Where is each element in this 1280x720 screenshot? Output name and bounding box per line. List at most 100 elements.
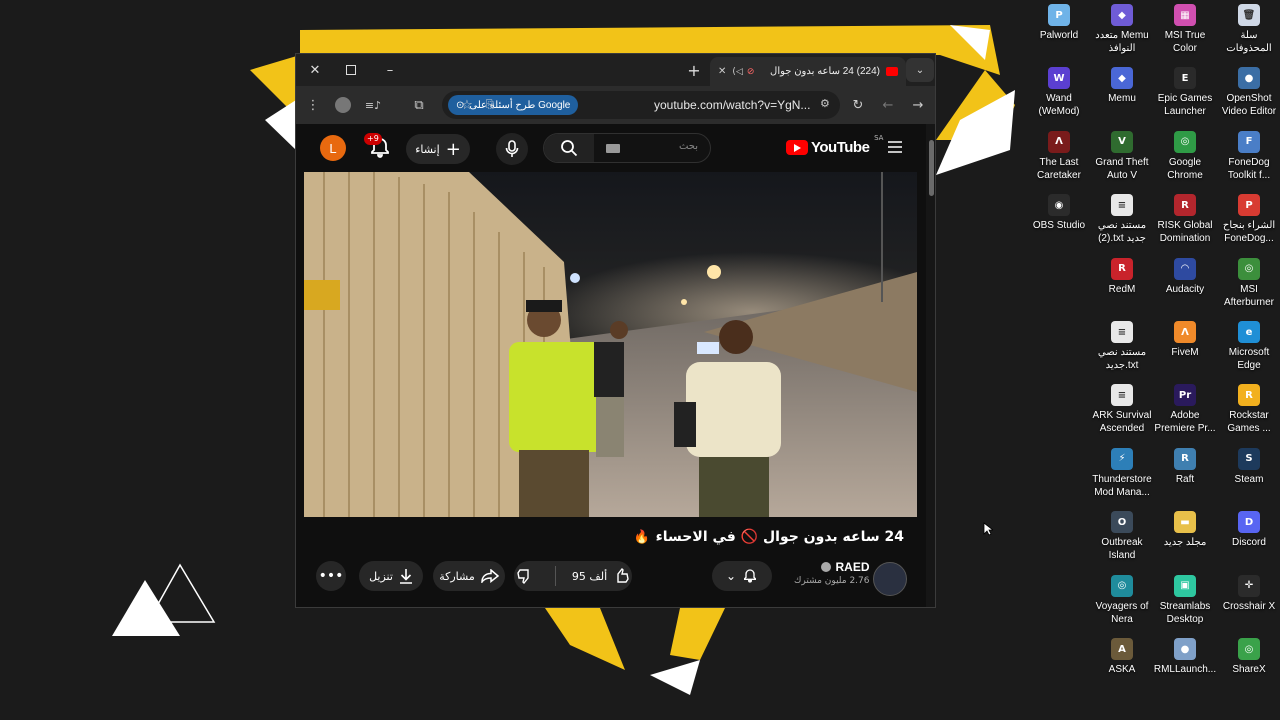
puzzle-icon: ⧉ bbox=[414, 97, 424, 113]
desktop-icon[interactable]: ◎ Google Chrome bbox=[1153, 130, 1217, 182]
fire-icon: 🔥 bbox=[633, 529, 650, 545]
desktop-icon[interactable]: ● OpenShot Video Editor bbox=[1217, 67, 1280, 118]
desktop-icon[interactable]: ≡ ARK Survival Ascended bbox=[1090, 384, 1154, 435]
region-code: SA bbox=[874, 134, 884, 142]
back-button[interactable]: → bbox=[907, 94, 929, 116]
desktop-icon-label: Raft bbox=[1175, 473, 1195, 485]
desktop-icon[interactable]: E Epic Games Launcher bbox=[1153, 67, 1217, 118]
dislike-icon[interactable] bbox=[517, 568, 533, 584]
desktop-icon[interactable]: ◠ Audacity bbox=[1153, 257, 1217, 296]
desktop-icon[interactable]: ◎ ShareX bbox=[1217, 638, 1280, 676]
desktop-icon[interactable]: R RISK Global Domination bbox=[1153, 194, 1217, 245]
video-player[interactable] bbox=[304, 172, 917, 517]
create-button[interactable]: إنشاء + bbox=[406, 134, 470, 164]
maximize-icon bbox=[346, 65, 356, 75]
media-control-button[interactable]: ≡♪ bbox=[362, 94, 384, 116]
channel-avatar[interactable] bbox=[873, 562, 907, 596]
address-bar[interactable]: youtube.com/watch?v=YgN... ⚙ ⊙ طرح أسئلة… bbox=[442, 91, 840, 119]
microphone-icon bbox=[505, 140, 519, 157]
share-button[interactable]: مشاركة bbox=[433, 561, 505, 591]
desktop-icon[interactable]: ⚡ Thunderstore Mod Mana... bbox=[1090, 447, 1154, 499]
profile-button[interactable] bbox=[332, 94, 354, 116]
desktop-icon[interactable]: ▬ مجلد جديد bbox=[1153, 511, 1217, 549]
bookmark-button[interactable]: ☆ bbox=[456, 94, 478, 116]
extensions-button[interactable]: ⧉ bbox=[408, 94, 430, 116]
search-box[interactable]: بحث bbox=[543, 133, 711, 163]
app-icon: ◉ bbox=[1048, 194, 1070, 217]
desktop-icon[interactable]: V Grand Theft Auto V bbox=[1090, 130, 1154, 182]
desktop-icon[interactable]: ◆ Memu bbox=[1090, 67, 1154, 105]
account-avatar[interactable]: L bbox=[320, 135, 346, 161]
desktop-icon[interactable]: R Rockstar Games ... bbox=[1217, 384, 1280, 435]
site-info-icon[interactable]: ⚙ bbox=[820, 97, 830, 110]
desktop-icon[interactable]: 🗑 سلة المحذوفات bbox=[1217, 4, 1280, 55]
desktop-icon[interactable]: F FoneDog Toolkit f... bbox=[1217, 130, 1280, 182]
app-icon: ✛ bbox=[1238, 574, 1260, 597]
desktop-icon-label: MSI Afterburner bbox=[1223, 283, 1275, 308]
voice-search-button[interactable] bbox=[496, 133, 528, 165]
desktop-icon-label: Outbreak Island bbox=[1101, 537, 1143, 562]
desktop-icon[interactable]: P الشراء بنجاح FoneDog... bbox=[1217, 194, 1280, 245]
desktop-icon[interactable]: ● RMLLaunch... bbox=[1153, 638, 1217, 676]
desktop-icon-label: Rockstar Games ... bbox=[1227, 410, 1271, 435]
app-icon: ≡ bbox=[1111, 194, 1133, 217]
minimize-icon: – bbox=[386, 62, 394, 78]
desktop-icon-label: ASKA bbox=[1108, 664, 1136, 675]
desktop-icon[interactable]: P Palworld bbox=[1027, 4, 1091, 42]
page-scrollbar[interactable] bbox=[926, 124, 935, 607]
desktop-icon[interactable]: S Steam bbox=[1217, 447, 1280, 486]
maximize-window-button[interactable] bbox=[337, 58, 365, 82]
forward-button[interactable]: ← bbox=[877, 94, 899, 116]
desktop-icon[interactable]: e Microsoft Edge bbox=[1217, 321, 1280, 372]
new-tab-button[interactable]: + bbox=[680, 58, 708, 82]
keyboard-icon[interactable] bbox=[606, 144, 620, 153]
subscribe-bell-button[interactable]: ⌄ bbox=[712, 561, 772, 591]
desktop-icon[interactable]: Λ FiveM bbox=[1153, 321, 1217, 359]
desktop-icon[interactable]: O Outbreak Island bbox=[1090, 511, 1154, 562]
video-actions: ••• تنزيل مشاركة 95 ألف ⌄ RAED 2.76 مليو… bbox=[296, 560, 926, 600]
desktop-icon[interactable]: ▣ Streamlabs Desktop bbox=[1153, 574, 1217, 626]
search-input[interactable]: بحث bbox=[679, 141, 698, 152]
desktop-icon[interactable]: ◉ OBS Studio bbox=[1027, 194, 1091, 232]
like-count[interactable]: 95 ألف bbox=[572, 570, 607, 583]
app-icon: 🗑 bbox=[1238, 4, 1260, 26]
url-text[interactable]: youtube.com/watch?v=YgN... bbox=[654, 98, 810, 112]
desktop-icon[interactable]: ≡ مستند نصي (2).txt جديد bbox=[1090, 194, 1154, 245]
desktop-icon[interactable]: R Raft bbox=[1153, 447, 1217, 486]
channel-name[interactable]: RAED bbox=[835, 560, 869, 574]
download-button[interactable]: تنزيل bbox=[359, 561, 423, 591]
youtube-logo[interactable]: YouTube SA bbox=[786, 134, 883, 156]
tab-search-button[interactable]: ⌄ bbox=[906, 58, 934, 82]
channel-info[interactable]: RAED 2.76 مليون مشترك bbox=[794, 560, 870, 586]
desktop-icon[interactable]: W Wand (WeMod) bbox=[1027, 67, 1091, 118]
menu-button[interactable]: ⋮ bbox=[302, 94, 324, 116]
desktop-icon-label: مستند نصي (2).txt جديد bbox=[1097, 220, 1147, 245]
search-icon bbox=[561, 140, 578, 157]
like-icon[interactable] bbox=[613, 568, 629, 584]
desktop-icon[interactable]: ◆ متعدد Memu النوافذ bbox=[1090, 4, 1154, 55]
close-window-button[interactable]: ✕ bbox=[301, 58, 329, 82]
scrollbar-thumb[interactable] bbox=[929, 140, 934, 196]
minimize-window-button[interactable]: – bbox=[376, 58, 404, 82]
share-icon bbox=[480, 569, 499, 583]
close-tab-icon[interactable]: ✕ bbox=[718, 66, 726, 77]
bell-icon bbox=[744, 569, 757, 583]
desktop-icon[interactable]: Λ The Last Caretaker bbox=[1027, 130, 1091, 182]
search-button[interactable] bbox=[544, 134, 594, 162]
desktop-icon[interactable]: ✛ Crosshair X bbox=[1217, 574, 1280, 613]
desktop-icon[interactable]: ◎ MSI Afterburner bbox=[1217, 257, 1280, 309]
install-app-button[interactable]: ⎘ bbox=[479, 94, 501, 116]
desktop-icon[interactable]: D Discord bbox=[1217, 511, 1280, 549]
app-icon: ▬ bbox=[1174, 511, 1196, 534]
hamburger-menu-icon[interactable] bbox=[888, 141, 902, 153]
desktop-icon-label: Google Chrome bbox=[1167, 156, 1203, 181]
more-actions-button[interactable]: ••• bbox=[316, 561, 346, 591]
desktop-icon[interactable]: ▦ MSI True Color bbox=[1153, 4, 1217, 55]
reload-button[interactable]: ↻ bbox=[847, 94, 869, 116]
desktop-icon[interactable]: ≡ مستند نصي جديد.txt bbox=[1090, 321, 1154, 372]
desktop-icon[interactable]: Pr Adobe Premiere Pr... bbox=[1153, 384, 1217, 435]
desktop-icon[interactable]: ◎ Voyagers of Nera bbox=[1090, 574, 1154, 626]
tab-youtube[interactable]: (224) 24 ساعه بدون جوال ⦸ ◁) ✕ bbox=[710, 57, 906, 86]
desktop-icon[interactable]: A ASKA bbox=[1090, 638, 1154, 676]
desktop-icon[interactable]: R RedM bbox=[1090, 257, 1154, 296]
